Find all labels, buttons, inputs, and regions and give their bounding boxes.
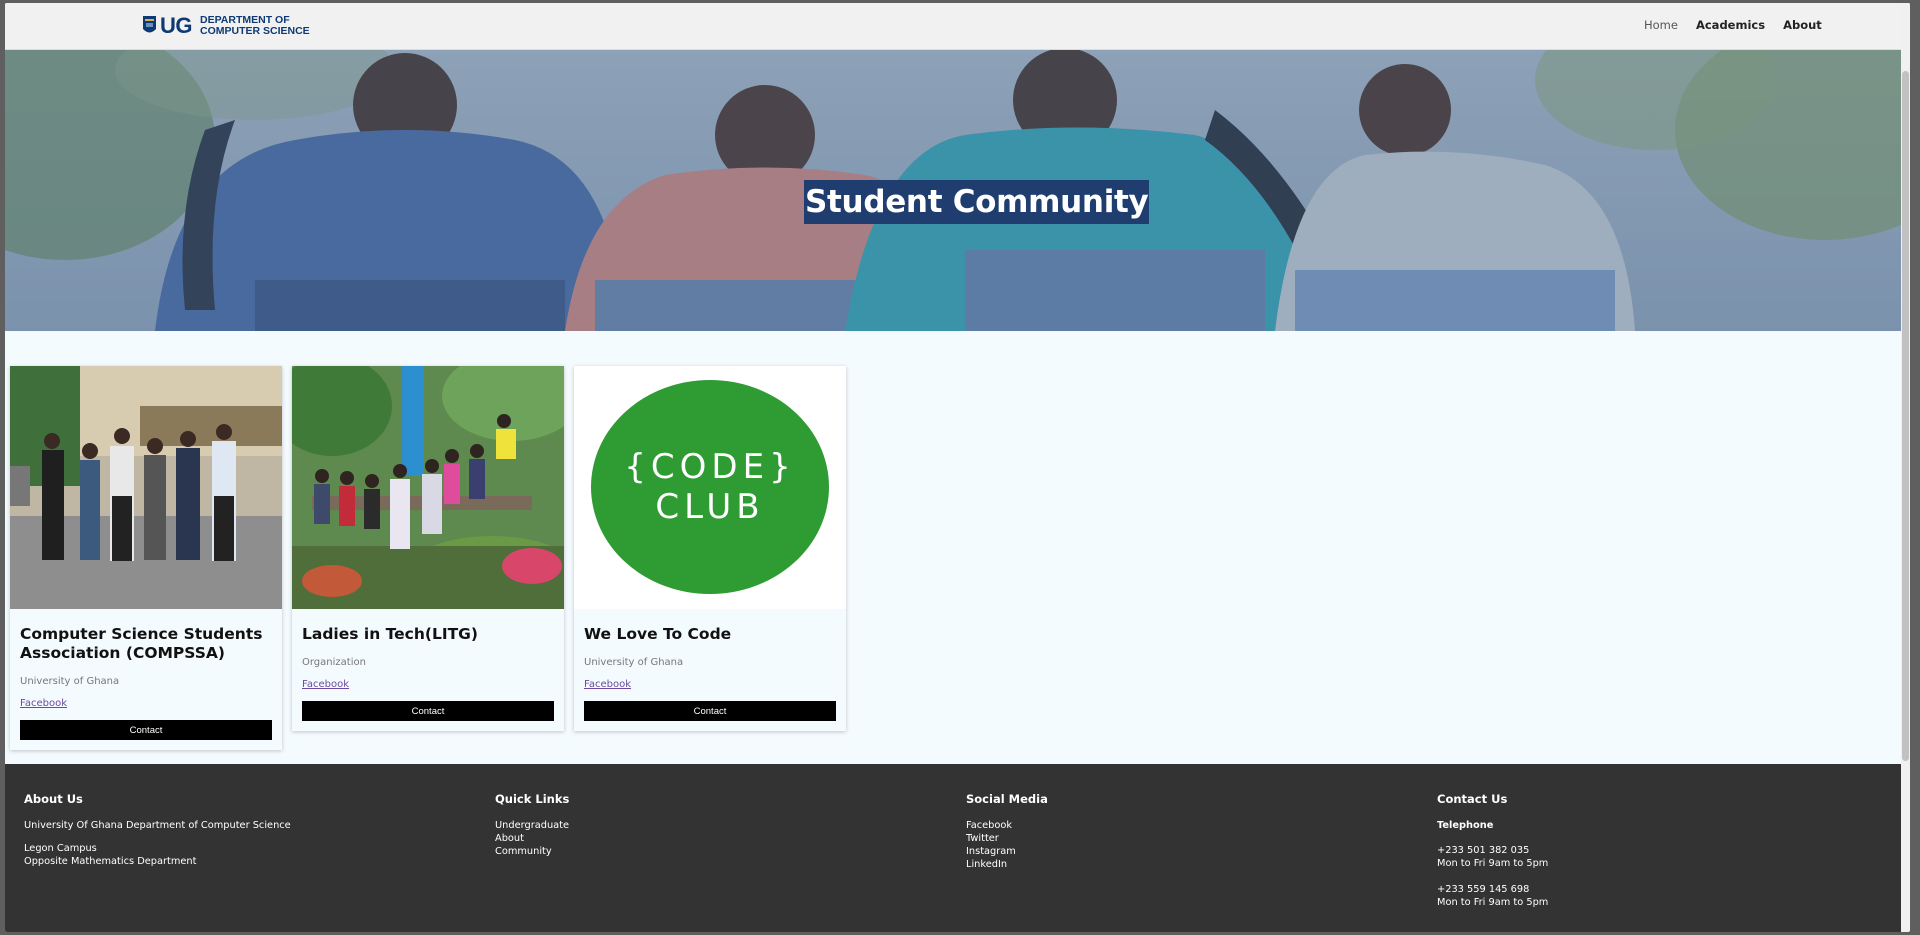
code-club-logo-line2: CLUB [655,487,764,527]
footer-phone: +233 559 145 698 [1437,884,1530,895]
logo-dept-line2: COMPUTER SCIENCE [200,25,310,37]
footer-about: About Us University Of Ghana Department … [24,792,291,868]
nav-links: Home Academics About [1635,18,1831,32]
card-title: Computer Science Students Association (C… [20,625,263,662]
ug-crest-icon [143,16,156,33]
ug-logo[interactable]: UG DEPARTMENT OF COMPUTER SCIENCE [142,13,310,39]
card-title: We Love To Code [584,625,732,643]
community-cards: Computer Science Students Association (C… [10,366,856,750]
footer-link-community[interactable]: Community [495,845,569,858]
footer-quick-links-heading: Quick Links [495,792,570,806]
footer-social-heading: Social Media [966,792,1048,806]
card-subtitle: University of Ghana [584,657,684,668]
footer-hours: Mon to Fri 9am to 5pm [1437,858,1549,869]
facebook-link[interactable]: Facebook [584,679,631,690]
contact-button[interactable]: Contact [20,720,272,740]
footer-about-heading: About Us [24,792,83,806]
code-club-logo-line1: {CODE} [624,447,795,487]
footer-social: Social Media Facebook Twitter Instagram … [966,792,1048,871]
card-litg: Ladies in Tech(LITG) Organization Facebo… [292,366,564,731]
footer-hours: Mon to Fri 9am to 5pm [1437,897,1549,908]
nav-link-academics[interactable]: Academics [1687,18,1774,32]
logo-dept-text: DEPARTMENT OF COMPUTER SCIENCE [200,15,310,37]
footer-phone: +233 501 382 035 [1437,845,1530,856]
footer-contact: Contact Us Telephone +233 501 382 035 Mo… [1437,792,1548,909]
footer-about-line: Legon Campus [24,843,97,854]
card-title: Ladies in Tech(LITG) [302,625,478,643]
footer-contact-heading: Contact Us [1437,792,1508,806]
code-club-logo: {CODE} CLUB [574,366,846,609]
footer-link-facebook[interactable]: Facebook [966,819,1048,832]
card-subtitle: University of Ghana [20,676,120,687]
facebook-link[interactable]: Facebook [20,698,67,709]
footer-link-undergraduate[interactable]: Undergraduate [495,819,569,832]
browser-window: UG DEPARTMENT OF COMPUTER SCIENCE Home A… [5,3,1910,932]
footer-about-line: University Of Ghana Department of Comput… [24,820,291,831]
footer-link-instagram[interactable]: Instagram [966,845,1048,858]
footer-quick-links: Quick Links Undergraduate About Communit… [495,792,569,858]
logo-ug-text: UG [160,13,193,38]
card-subtitle: Organization [302,657,366,668]
contact-button[interactable]: Contact [302,701,554,721]
page-scrollbar[interactable] [1901,3,1910,932]
contact-button[interactable]: Contact [584,701,836,721]
footer-link-about[interactable]: About [495,832,569,845]
compssa-group-photo [10,366,282,609]
footer-link-linkedin[interactable]: LinkedIn [966,858,1048,871]
hero-banner: Student Community [5,50,1910,331]
navbar: UG DEPARTMENT OF COMPUTER SCIENCE Home A… [5,3,1910,50]
footer-about-line: Opposite Mathematics Department [24,856,197,867]
card-compssa: Computer Science Students Association (C… [10,366,282,750]
footer-telephone-label: Telephone [1437,820,1494,831]
litg-group-photo [292,366,564,609]
footer: About Us University Of Ghana Department … [5,764,1910,932]
hero-title: Student Community [804,180,1150,224]
card-we-love-to-code: {CODE} CLUB We Love To Code University o… [574,366,846,731]
footer-link-twitter[interactable]: Twitter [966,832,1048,845]
scrollbar-thumb[interactable] [1902,71,1909,761]
nav-link-about[interactable]: About [1774,18,1831,32]
nav-link-home[interactable]: Home [1635,18,1687,32]
facebook-link[interactable]: Facebook [302,679,349,690]
